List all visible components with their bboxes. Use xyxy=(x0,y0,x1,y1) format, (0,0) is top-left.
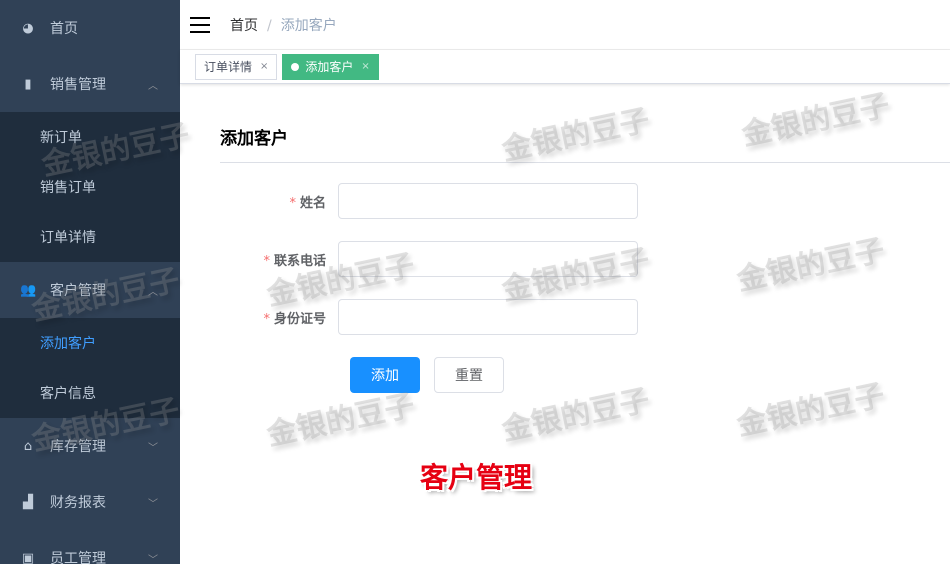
chevron-down-icon: ﹀ xyxy=(148,554,158,566)
page-title: 添加客户 xyxy=(220,129,288,149)
breadcrumb-home[interactable]: 首页 xyxy=(230,18,258,34)
field-id-number: * 身份证号 xyxy=(220,299,638,335)
menu-new-order[interactable]: 新订单 xyxy=(0,112,180,162)
breadcrumb: 首页 / 添加客户 xyxy=(230,17,337,34)
name-input[interactable] xyxy=(338,183,638,219)
chevron-down-icon: ﹀ xyxy=(148,442,158,454)
menu-add-customer[interactable]: 添加客户 xyxy=(0,318,180,368)
menu-sales-orders[interactable]: 销售订单 xyxy=(0,162,180,212)
caption-text: 客户管理 xyxy=(420,461,533,494)
tags-view: 订单详情 × 添加客户 × xyxy=(180,50,950,84)
tag-add-customer[interactable]: 添加客户 × xyxy=(282,53,379,80)
menu-order-details[interactable]: 订单详情 xyxy=(0,212,180,262)
document-icon: ▮ xyxy=(24,76,32,92)
menu-staff[interactable]: ▣ 员工管理 ﹀ xyxy=(0,530,180,586)
watermark: 金银的豆子 xyxy=(733,232,888,299)
chevron-up-icon: ︿ xyxy=(148,80,158,92)
chevron-down-icon: ﹀ xyxy=(148,498,158,510)
watermark: 金银的豆子 xyxy=(498,382,653,449)
phone-input[interactable] xyxy=(338,241,638,277)
menu-customer-info[interactable]: 客户信息 xyxy=(0,368,180,418)
add-button[interactable]: 添加 xyxy=(350,357,420,393)
close-icon[interactable]: × xyxy=(361,61,369,72)
warehouse-icon: ⌂ xyxy=(23,438,33,454)
menu-finance[interactable]: ▟ 财务报表 ﹀ xyxy=(0,474,180,530)
users-icon: 👥 xyxy=(20,282,37,298)
watermark: 金银的豆子 xyxy=(733,377,888,444)
menu-sales[interactable]: ▮ 销售管理 ︿ xyxy=(0,56,180,112)
chevron-up-icon: ︿ xyxy=(148,286,158,298)
menu-inventory[interactable]: ⌂ 库存管理 ﹀ xyxy=(0,418,180,474)
field-name: * 姓名 xyxy=(220,183,638,219)
hamburger-icon[interactable] xyxy=(190,16,210,33)
close-icon[interactable]: × xyxy=(260,61,268,72)
id-number-input[interactable] xyxy=(338,299,638,335)
badge-icon: ▣ xyxy=(21,550,35,566)
breadcrumb-current: 添加客户 xyxy=(280,17,337,34)
dot-icon xyxy=(291,62,300,71)
reset-button[interactable]: 重置 xyxy=(434,357,504,393)
sidebar: ◕ 首页 ▮ 销售管理 ︿ 新订单 销售订单 订单详情 👥 客户管理 ︿ 添加客户 客户信… xyxy=(0,0,180,567)
bar-chart-icon: ▟ xyxy=(23,494,33,510)
tag-order-details[interactable]: 订单详情 × xyxy=(195,53,278,80)
watermark: 金银的豆子 xyxy=(498,102,653,169)
navbar: 首页 / 添加客户 xyxy=(180,0,950,50)
menu-customer[interactable]: 👥 客户管理 ︿ xyxy=(0,262,180,318)
menu-home[interactable]: ◕ 首页 xyxy=(0,0,180,56)
divider xyxy=(220,162,950,163)
dashboard-icon: ◕ xyxy=(22,20,34,36)
field-phone: * 联系电话 xyxy=(220,241,638,277)
watermark: 金银的豆子 xyxy=(738,87,893,154)
